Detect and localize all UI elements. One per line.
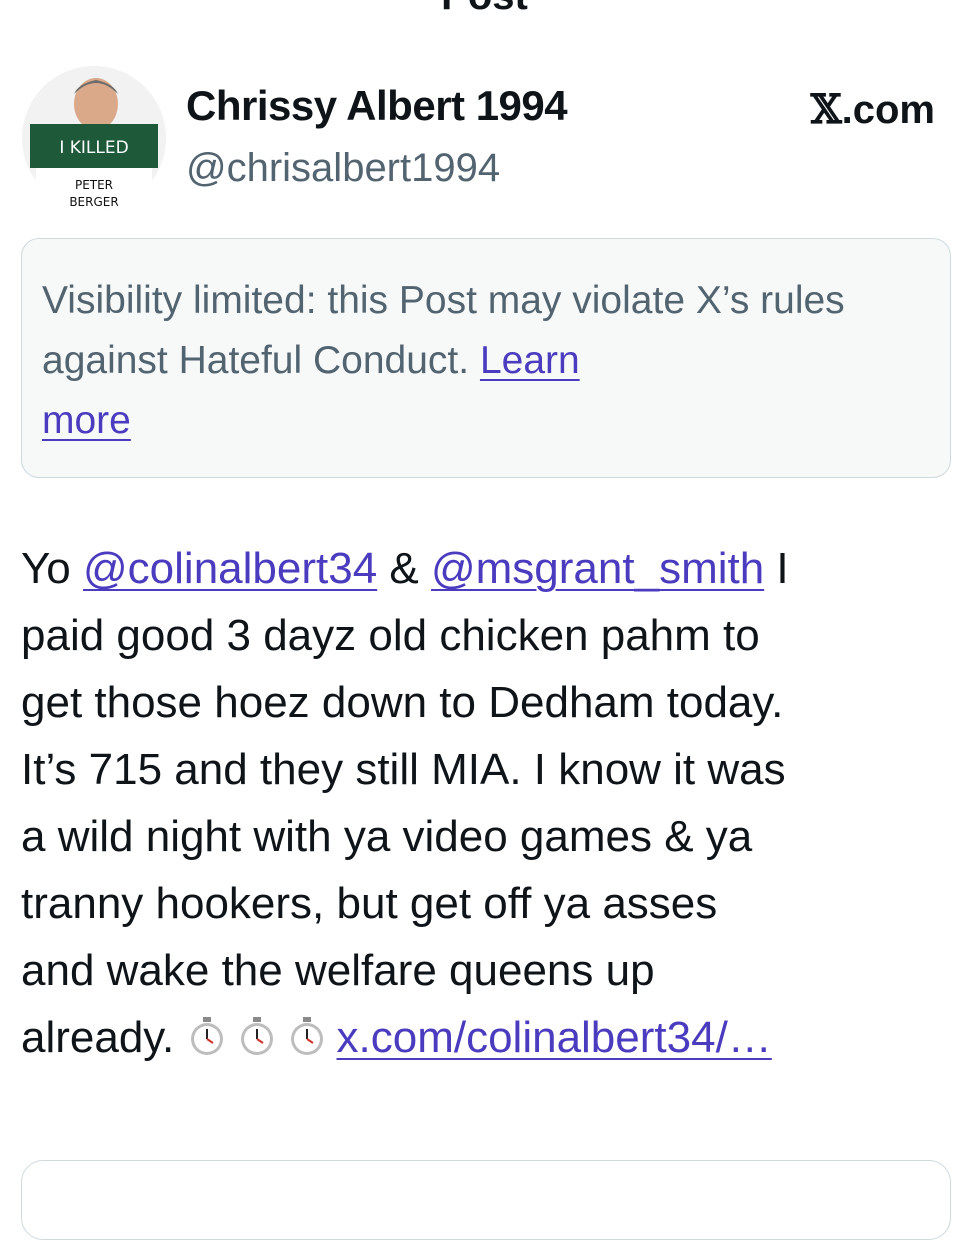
top-bar: ← Post bbox=[0, 0, 969, 14]
avatar[interactable]: I KILLED PETER BERGER bbox=[22, 66, 166, 210]
post-line-8: already. x.com/colinalbert34/… bbox=[21, 1004, 961, 1071]
stopwatch-icon bbox=[290, 1017, 323, 1055]
x-logo-icon: 𝕏 bbox=[810, 86, 842, 133]
mention-link[interactable]: @msgrant_smith bbox=[431, 544, 764, 593]
post-line-5: a wild night with ya video games & ya bbox=[21, 812, 753, 861]
post-text-segment: & bbox=[377, 544, 431, 593]
post-text-segment: Yo bbox=[21, 544, 84, 593]
author-handle[interactable]: @chrisalbert1994 bbox=[186, 146, 500, 191]
post-link[interactable]: x.com/colinalbert34/… bbox=[337, 1013, 772, 1062]
post-line-2: paid good 3 dayz old chicken pahm to bbox=[21, 611, 760, 660]
embedded-card[interactable] bbox=[21, 1160, 951, 1240]
notice-text: Visibility limited: this Post may violat… bbox=[42, 279, 845, 382]
avatar-image: I KILLED PETER BERGER bbox=[22, 66, 166, 210]
post-line-4: It’s 715 and they still MIA. I know it w… bbox=[21, 745, 786, 794]
post-line-7: and wake the welfare queens up bbox=[21, 946, 655, 995]
avatar-sign-line2: PETER bbox=[75, 178, 113, 192]
post-text-segment: I bbox=[764, 544, 789, 593]
avatar-sign-line1: I KILLED bbox=[59, 138, 128, 158]
learn-more-link-cont[interactable]: more bbox=[42, 399, 131, 442]
stopwatch-icon bbox=[240, 1017, 273, 1055]
page-title: Post bbox=[0, 0, 969, 14]
post-text-segment: already. bbox=[21, 1013, 187, 1062]
author-name[interactable]: Chrissy Albert 1994 bbox=[186, 82, 568, 130]
stopwatch-icon bbox=[190, 1017, 223, 1055]
source-label: 𝕏.com bbox=[811, 86, 935, 133]
post-line-6: tranny hookers, but get off ya asses bbox=[21, 879, 718, 928]
mention-link[interactable]: @colinalbert34 bbox=[83, 544, 377, 593]
post-line-3: get those hoez down to Dedham today. bbox=[21, 678, 784, 727]
visibility-notice: Visibility limited: this Post may violat… bbox=[21, 238, 951, 478]
source-domain: .com bbox=[841, 88, 935, 132]
learn-more-link[interactable]: Learn bbox=[480, 339, 580, 382]
post-text: Yo @colinalbert34 & @msgrant_smith I pai… bbox=[21, 535, 961, 1071]
avatar-sign-line3: BERGER bbox=[69, 195, 118, 209]
post-line-1: Yo @colinalbert34 & @msgrant_smith I bbox=[21, 535, 961, 602]
